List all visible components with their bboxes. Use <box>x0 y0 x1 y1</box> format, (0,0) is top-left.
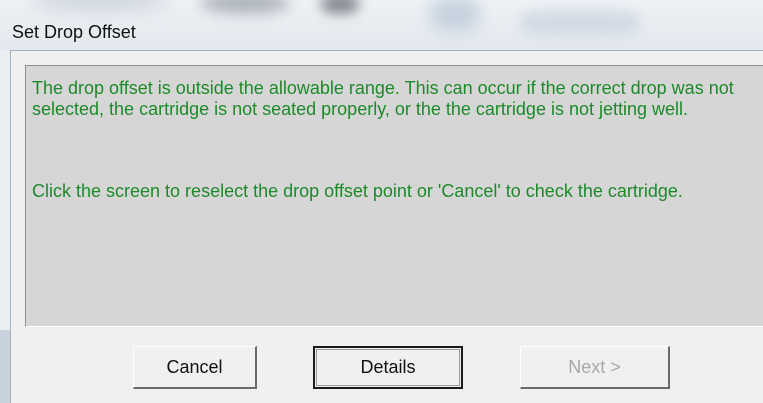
error-message-text: The drop offset is outside the allowable… <box>32 78 734 119</box>
cancel-button[interactable]: Cancel <box>133 346 257 389</box>
background-blur <box>200 0 290 14</box>
background-blur <box>320 0 360 14</box>
window-title: Set Drop Offset <box>12 22 136 42</box>
set-drop-offset-dialog: Set Drop Offset The drop offset is outsi… <box>0 0 763 403</box>
background-blur <box>30 0 170 10</box>
title-bar[interactable]: Set Drop Offset <box>0 0 763 50</box>
window-edge <box>0 330 10 403</box>
instruction-message-text: Click the screen to reselect the drop of… <box>32 181 683 201</box>
details-button[interactable]: Details <box>313 346 463 389</box>
next-button[interactable]: Next > <box>520 346 670 389</box>
background-blur <box>520 10 640 36</box>
background-blur <box>430 0 480 32</box>
